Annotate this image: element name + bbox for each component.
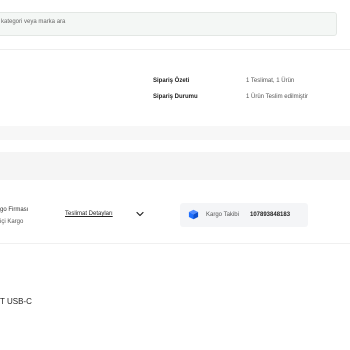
divider xyxy=(0,49,350,50)
search-input[interactable]: kategori veya marka ara xyxy=(0,12,337,36)
order-status-label: Sipariş Durumu xyxy=(153,94,198,100)
delivery-details-link[interactable]: Teslimat Detayları xyxy=(65,211,113,217)
divider xyxy=(0,243,350,244)
product-title: T USB-C xyxy=(0,297,32,306)
cargo-tracking-box[interactable]: Kargo Takibi 107893848183 xyxy=(180,203,308,227)
order-detail-page: kategori veya marka ara Sipariş Özeti 1 … xyxy=(0,0,350,350)
order-summary-label: Sipariş Özeti xyxy=(153,78,190,84)
delivery-header-band xyxy=(0,152,350,180)
package-box-icon xyxy=(188,209,199,220)
chevron-down-icon[interactable] xyxy=(135,209,145,219)
tracking-number: 107893848183 xyxy=(250,212,291,218)
cargo-firm-label: go Firması xyxy=(0,207,29,213)
cargo-firm-name: içi Kargo xyxy=(0,219,24,225)
tracking-label: Kargo Takibi xyxy=(206,212,239,218)
search-placeholder: kategori veya marka ara xyxy=(1,19,66,25)
order-status-value: 1 Ürün Teslim edilmiştir xyxy=(246,94,308,100)
order-summary-value: 1 Teslimat, 1 Ürün xyxy=(246,78,295,84)
section-band xyxy=(0,126,350,140)
